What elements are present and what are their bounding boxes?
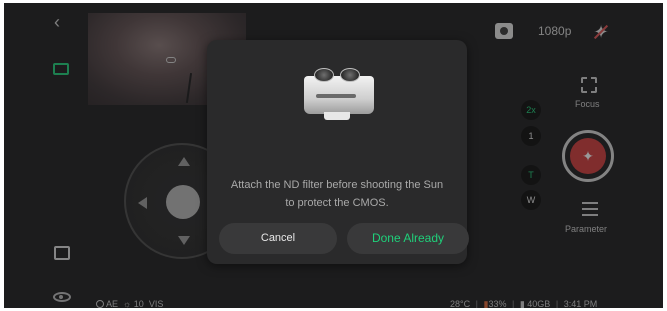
parameter-icon[interactable]: [582, 202, 598, 216]
sun-reticle-icon: [166, 57, 176, 63]
storage-free: 40GB: [527, 299, 551, 308]
separator: |: [555, 299, 559, 308]
status-vis: VIS: [148, 299, 164, 308]
status-right: 28°C | ▮33% | ▮ 40GB | 3:41 PM: [450, 299, 597, 308]
clock: 3:41 PM: [563, 299, 598, 308]
nd-filter-slot: [316, 94, 356, 98]
dialog-message: Attach the ND filter before shooting the…: [230, 179, 444, 209]
gallery-icon[interactable]: [54, 246, 70, 260]
status-mode: AE: [106, 299, 119, 308]
cancel-button[interactable]: Cancel: [219, 223, 337, 254]
arrow-up-icon: [178, 157, 190, 166]
nd-filter-lens-right: [340, 68, 360, 82]
wide-button[interactable]: W: [521, 190, 541, 210]
back-chevron-icon[interactable]: ‹: [54, 13, 68, 31]
resolution-label[interactable]: 1080p: [538, 24, 571, 38]
shutter-satellite-icon: ✦: [570, 138, 606, 174]
nd-filter-lens-left: [314, 68, 334, 82]
parameter-label: Parameter: [565, 224, 608, 234]
focus-label: Focus: [575, 99, 600, 109]
arrow-left-icon: [138, 197, 147, 209]
shutter-button[interactable]: ✦: [562, 130, 614, 182]
separator: |: [475, 299, 478, 308]
photo-mode-icon[interactable]: [53, 63, 69, 75]
nd-filter-tab: [324, 112, 350, 120]
nd-filter-dialog: Attach the ND filter before shooting the…: [207, 40, 469, 264]
zoom-1x-button[interactable]: 1: [521, 126, 541, 146]
preview-cable: [185, 73, 193, 103]
status-left: AE ☼ 10 VIS: [96, 299, 163, 308]
done-already-button[interactable]: Done Already: [347, 223, 469, 254]
zoom-2x-button[interactable]: 2x: [521, 100, 541, 120]
nd-filter-image: [302, 66, 376, 120]
focus-icon[interactable]: [581, 77, 597, 93]
satellite-icon[interactable]: ✦: [590, 21, 612, 43]
separator: |: [511, 299, 515, 308]
exposure-icon: [96, 300, 104, 308]
storage-icon: ▮: [519, 299, 525, 308]
status-value: 10: [133, 299, 144, 308]
camera-icon[interactable]: [495, 23, 513, 39]
app-screen: ‹ 1080p ✦ Focus 2x 1 T W ✦ Parameter AE: [4, 3, 663, 308]
battery-level: 33%: [488, 299, 507, 308]
temperature: 28°C: [450, 299, 471, 308]
joystick-knob[interactable]: [166, 185, 200, 219]
eye-icon[interactable]: [53, 292, 71, 302]
brightness-icon: ☼: [123, 299, 132, 308]
tele-button[interactable]: T: [521, 165, 541, 185]
arrow-down-icon: [178, 236, 190, 245]
